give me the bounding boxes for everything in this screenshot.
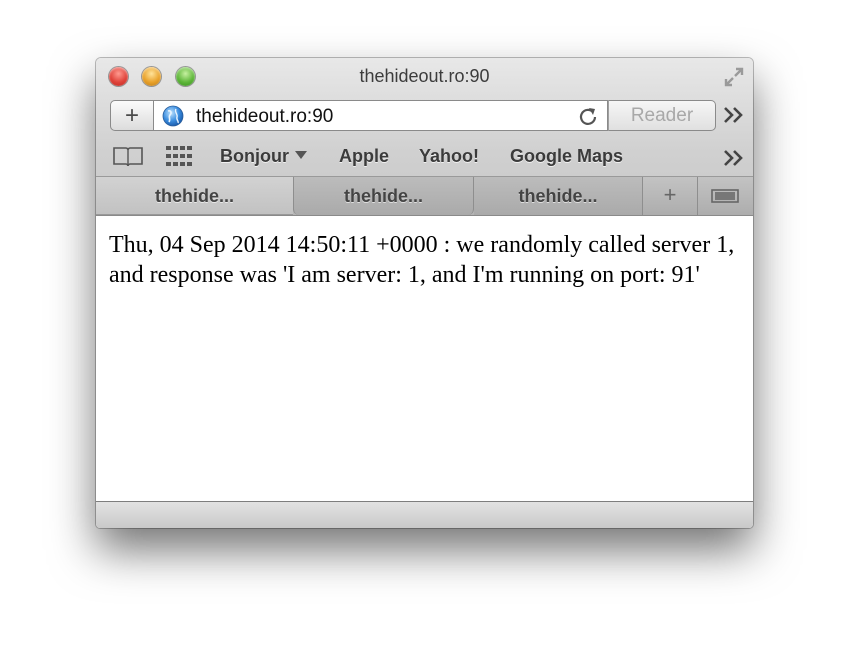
tab-bar: thehide... thehide... thehide... + bbox=[96, 176, 753, 215]
reader-button[interactable]: Reader bbox=[608, 100, 716, 131]
bookmark-label: Bonjour bbox=[220, 146, 289, 166]
address-bar[interactable]: thehideout.ro:90 bbox=[154, 100, 608, 131]
page-text: Thu, 04 Sep 2014 14:50:11 +0000 : we ran… bbox=[109, 232, 735, 288]
toolbar-overflow-icon[interactable] bbox=[722, 104, 746, 126]
reload-icon[interactable] bbox=[577, 105, 599, 127]
new-tab-button[interactable]: + bbox=[110, 100, 154, 131]
browser-chrome: thehideout.ro:90 + thehideout.ro:90 Read… bbox=[96, 58, 753, 215]
bookmark-yahoo[interactable]: Yahoo! bbox=[419, 146, 479, 167]
tab-1[interactable]: thehide... bbox=[96, 177, 293, 215]
bookmark-apple[interactable]: Apple bbox=[339, 146, 389, 167]
tab-3[interactable]: thehide... bbox=[474, 177, 642, 215]
title-bar[interactable]: thehideout.ro:90 bbox=[96, 58, 753, 96]
browser-window: thehideout.ro:90 + thehideout.ro:90 Read… bbox=[96, 58, 753, 528]
fullscreen-icon[interactable] bbox=[723, 66, 745, 88]
chevron-down-icon bbox=[295, 151, 307, 160]
toolbar: + thehideout.ro:90 Reader bbox=[96, 96, 753, 138]
bookmark-bonjour[interactable]: Bonjour bbox=[220, 146, 307, 167]
window-title: thehideout.ro:90 bbox=[359, 66, 490, 86]
url-text[interactable]: thehideout.ro:90 bbox=[196, 106, 333, 128]
tab-overview-button[interactable] bbox=[698, 177, 753, 215]
globe-icon bbox=[162, 105, 184, 127]
top-sites-icon[interactable] bbox=[166, 146, 192, 166]
status-bar bbox=[96, 501, 753, 528]
bookmarks-overflow-icon[interactable] bbox=[722, 148, 746, 168]
tab-2[interactable]: thehide... bbox=[293, 177, 474, 215]
add-tab-button[interactable]: + bbox=[642, 177, 698, 215]
tab-overview-icon bbox=[711, 189, 739, 203]
page-content: Thu, 04 Sep 2014 14:50:11 +0000 : we ran… bbox=[96, 215, 753, 501]
bookmark-google-maps[interactable]: Google Maps bbox=[510, 146, 623, 167]
bookmarks-bar: Bonjour Apple Yahoo! Google Maps bbox=[96, 138, 753, 176]
reading-list-icon[interactable] bbox=[112, 144, 144, 168]
